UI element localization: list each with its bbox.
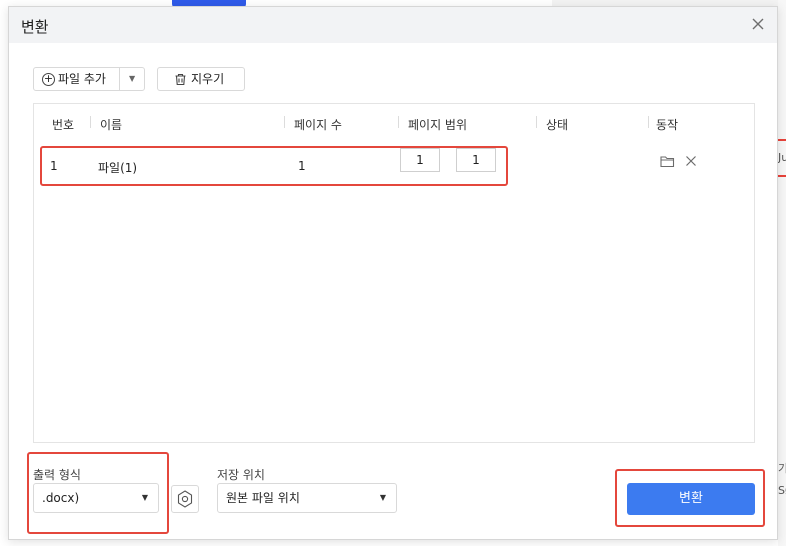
highlight-box xyxy=(615,469,765,527)
add-file-button[interactable]: + 파일 추가 xyxy=(34,68,121,90)
column-divider xyxy=(648,116,649,128)
dialog-titlebar: 변환 xyxy=(9,7,777,43)
dialog-title: 변환 xyxy=(21,18,49,36)
highlight-box xyxy=(27,452,169,534)
dropdown-arrow-icon: ▼ xyxy=(379,493,386,502)
column-header-name: 이름 xyxy=(100,118,123,132)
save-location-label: 저장 위치 xyxy=(217,468,265,482)
open-folder-icon[interactable] xyxy=(660,155,675,171)
save-location-value: 원본 파일 위치 xyxy=(226,491,300,505)
clear-label: 지우기 xyxy=(191,72,225,86)
column-header-status: 상태 xyxy=(546,118,569,132)
column-header-pages: 페이지 수 xyxy=(294,118,342,132)
chevron-down-icon[interactable]: ▼ xyxy=(120,68,144,90)
add-file-label: 파일 추가 xyxy=(58,72,106,86)
column-divider xyxy=(90,116,91,128)
remove-file-icon[interactable] xyxy=(685,155,697,170)
background-text-fragment: 기 xyxy=(778,462,786,474)
highlight-box xyxy=(40,146,508,186)
save-location-select[interactable]: 원본 파일 위치 ▼ xyxy=(217,483,397,513)
background-text-fragment: SØ xyxy=(778,484,786,497)
settings-icon xyxy=(177,490,193,508)
column-header-page-range: 페이지 범위 xyxy=(408,118,468,132)
column-header-actions: 동작 xyxy=(656,118,679,132)
add-circle-icon: + xyxy=(42,71,55,86)
column-divider xyxy=(536,116,537,128)
close-icon[interactable] xyxy=(749,15,767,33)
add-file-split-button: + 파일 추가 ▼ xyxy=(33,67,145,91)
trash-icon xyxy=(175,73,186,85)
convert-dialog: 변환 + 파일 추가 ▼ 지우기 번호 이름 페이지 수 페이지 범위 상태 동… xyxy=(8,6,778,540)
column-divider xyxy=(284,116,285,128)
column-header-number: 번호 xyxy=(52,118,75,132)
format-settings-button[interactable] xyxy=(171,485,199,513)
background-text-fragment: Ju xyxy=(778,151,786,164)
column-divider xyxy=(398,116,399,128)
clear-button[interactable]: 지우기 xyxy=(157,67,245,91)
